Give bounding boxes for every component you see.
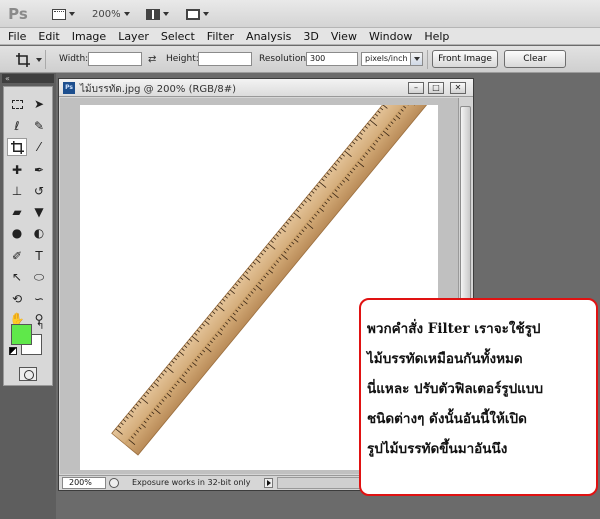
front-image-button[interactable]: Front Image bbox=[432, 50, 498, 68]
screen-mode-button[interactable] bbox=[186, 6, 209, 22]
resolution-unit-select[interactable]: pixels/inch bbox=[361, 52, 423, 66]
marquee-tool-icon[interactable] bbox=[7, 95, 27, 113]
divider bbox=[427, 50, 428, 69]
menu-image[interactable]: Image bbox=[66, 30, 112, 43]
menu-edit[interactable]: Edit bbox=[32, 30, 65, 43]
zoom-level-dropdown[interactable]: 200% bbox=[92, 6, 130, 22]
menu-layer[interactable]: Layer bbox=[112, 30, 155, 43]
quick-selection-tool-icon[interactable]: ✎ bbox=[29, 117, 49, 135]
chevron-down-icon bbox=[36, 57, 42, 62]
status-menu-arrow-icon[interactable] bbox=[264, 478, 273, 488]
chevron-down-icon bbox=[203, 12, 209, 16]
chevron-down-icon bbox=[123, 12, 130, 16]
maximize-button[interactable]: □ bbox=[428, 82, 444, 94]
menu-analysis[interactable]: Analysis bbox=[240, 30, 297, 43]
clone-stamp-tool-icon[interactable]: ⊥ bbox=[7, 182, 27, 200]
lasso-tool-icon[interactable]: ℓ bbox=[7, 117, 27, 135]
status-zoom-field[interactable]: 200% bbox=[62, 477, 106, 489]
swap-dimensions-icon[interactable]: ⇄ bbox=[148, 54, 156, 65]
swap-colors-icon[interactable]: ↰ bbox=[36, 321, 44, 332]
resolution-label: Resolution: bbox=[259, 54, 310, 64]
blur-tool-icon[interactable]: ● bbox=[7, 224, 27, 242]
3d-orbit-tool-icon[interactable]: ∽ bbox=[29, 290, 49, 308]
resolution-unit-value: pixels/inch bbox=[365, 54, 408, 63]
zoom-level-value: 200% bbox=[92, 8, 121, 20]
crop-icon bbox=[16, 52, 30, 67]
menu-bar: File Edit Image Layer Select Filter Analysis 3D… bbox=[0, 28, 600, 45]
menu-view[interactable]: View bbox=[325, 30, 363, 43]
launch-bridge-button[interactable] bbox=[52, 6, 75, 22]
menu-filter[interactable]: Filter bbox=[201, 30, 240, 43]
arrange-grid-icon bbox=[146, 8, 160, 20]
status-info-icon bbox=[109, 478, 119, 488]
brush-tool-icon[interactable]: ✒ bbox=[29, 161, 49, 179]
menu-help[interactable]: Help bbox=[418, 30, 455, 43]
quick-mask-button[interactable] bbox=[19, 367, 37, 381]
healing-brush-tool-icon[interactable]: ✚ bbox=[7, 161, 27, 179]
height-label: Height: bbox=[166, 54, 199, 64]
application-bar: Ps 200% bbox=[0, 0, 600, 28]
width-label: Width: bbox=[59, 54, 89, 64]
callout-text-line: รูปไม้บรรทัดขึ้นมาอันนึง bbox=[367, 441, 508, 457]
chevron-down-icon bbox=[410, 53, 422, 65]
type-tool-icon[interactable]: T bbox=[29, 247, 49, 265]
close-button[interactable]: ✕ bbox=[450, 82, 466, 94]
status-message: Exposure works in 32-bit only bbox=[132, 478, 251, 487]
height-input[interactable] bbox=[198, 52, 252, 66]
tools-panel-collapse[interactable]: « bbox=[2, 74, 54, 83]
photoshop-logo: Ps bbox=[8, 5, 28, 23]
callout-text-line: นี่แหละ ปรับตัวฟิลเตอร์รูปแบบ bbox=[367, 381, 544, 397]
eyedropper-tool-icon[interactable]: ⁄ bbox=[29, 138, 49, 156]
film-strip-icon bbox=[52, 8, 66, 20]
screen-mode-icon bbox=[186, 8, 200, 20]
eraser-tool-icon[interactable]: ▰ bbox=[7, 203, 27, 221]
clear-button[interactable]: Clear bbox=[504, 50, 566, 68]
shape-tool-icon[interactable]: ⬭ bbox=[29, 268, 49, 286]
annotation-callout: พวกคำสั่ง Filter เราจะใช้รูปไม้บรรทัดเหม… bbox=[359, 298, 598, 496]
width-input[interactable] bbox=[88, 52, 142, 66]
minimize-button[interactable]: – bbox=[408, 82, 424, 94]
callout-text-line: ชนิดต่างๆ ดังนั้นอันนี้ให้เปิด bbox=[367, 411, 527, 427]
menu-select[interactable]: Select bbox=[155, 30, 201, 43]
path-selection-tool-icon[interactable]: ↖ bbox=[7, 268, 27, 286]
foreground-color-swatch[interactable] bbox=[11, 324, 32, 345]
document-title: ไม้บรรทัด.jpg @ 200% (RGB/8#) bbox=[80, 84, 237, 95]
tool-options-bar: Width: ⇄ Height: Resolution: 300 pixels/… bbox=[0, 46, 600, 73]
paint-bucket-tool-icon[interactable]: ▼ bbox=[29, 203, 49, 221]
chevron-down-icon bbox=[69, 12, 75, 16]
menu-file[interactable]: File bbox=[0, 30, 32, 43]
arrange-documents-button[interactable] bbox=[146, 6, 169, 22]
resolution-input[interactable]: 300 bbox=[306, 52, 358, 66]
menu-window[interactable]: Window bbox=[363, 30, 418, 43]
tool-preset-picker[interactable] bbox=[6, 50, 46, 69]
callout-text-line: พวกคำสั่ง Filter เราจะใช้รูป bbox=[367, 321, 541, 337]
3d-rotate-tool-icon[interactable]: ⟲ bbox=[7, 290, 27, 308]
chevron-down-icon bbox=[163, 12, 169, 16]
ps-document-icon: Ps bbox=[63, 82, 75, 94]
callout-text-line: ไม้บรรทัดเหมือนกันทั้งหมด bbox=[367, 351, 523, 367]
move-tool-icon[interactable]: ➤ bbox=[29, 95, 49, 113]
pen-tool-icon[interactable]: ✐ bbox=[7, 247, 27, 265]
default-colors-icon[interactable] bbox=[9, 347, 17, 355]
crop-tool-icon[interactable] bbox=[7, 138, 27, 156]
dodge-tool-icon[interactable]: ◐ bbox=[29, 224, 49, 242]
history-brush-tool-icon[interactable]: ↺ bbox=[29, 182, 49, 200]
menu-3d[interactable]: 3D bbox=[297, 30, 324, 43]
document-tab[interactable]: Ps ไม้บรรทัด.jpg @ 200% (RGB/8#) – □ ✕ bbox=[59, 79, 473, 97]
